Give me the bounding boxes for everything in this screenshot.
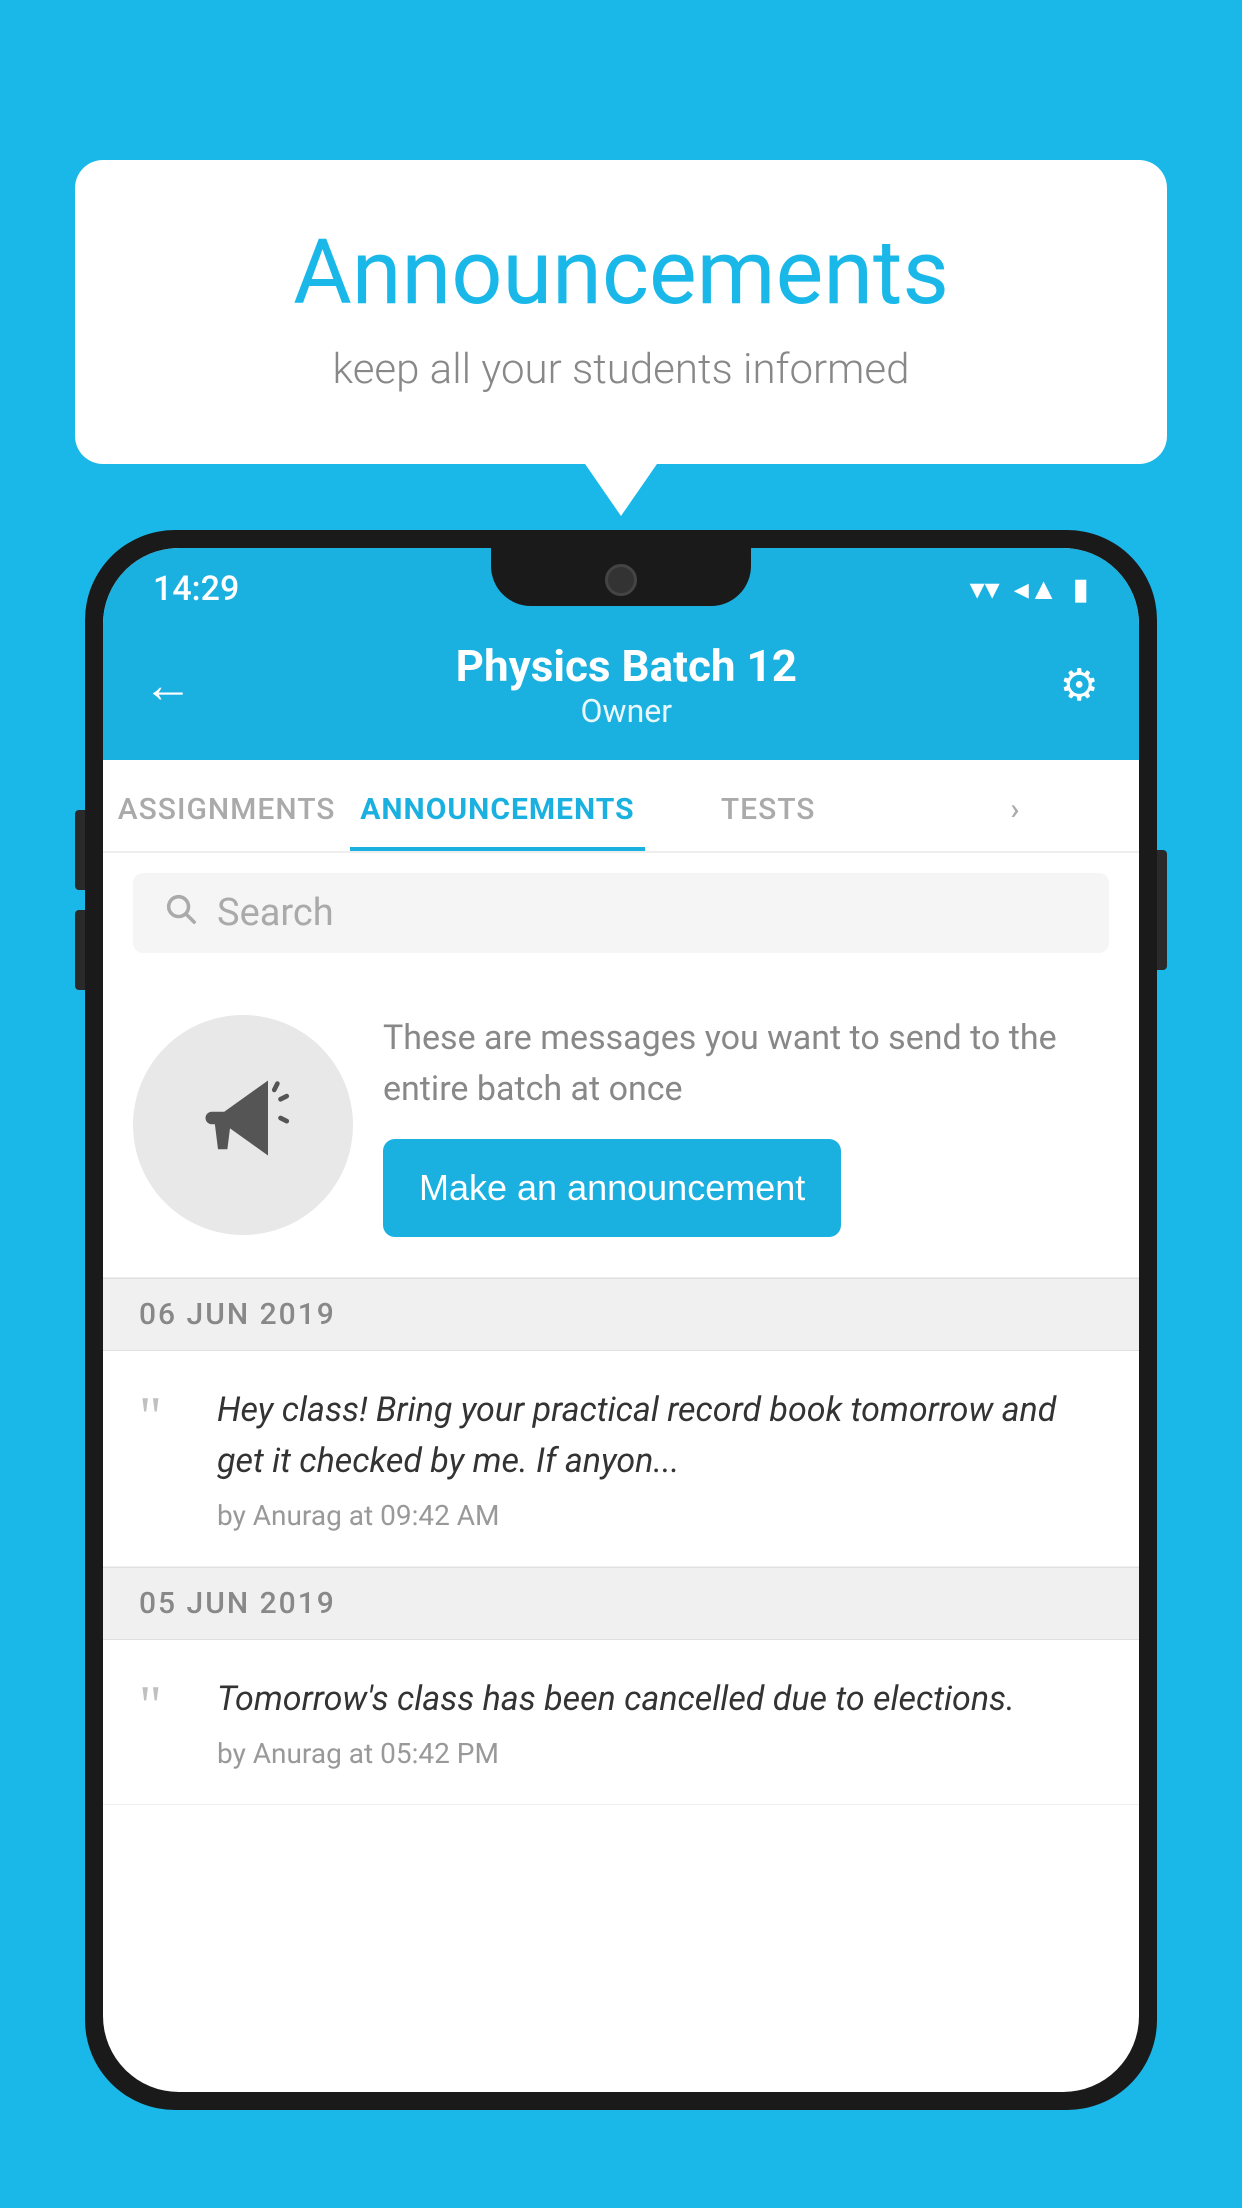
tab-announcements[interactable]: ANNOUNCEMENTS [350, 760, 644, 851]
settings-icon[interactable]: ⚙ [1060, 659, 1099, 711]
announcement-meta-2: by Anurag at 05:42 PM [217, 1737, 1103, 1770]
search-bar[interactable]: Search [133, 873, 1109, 953]
phone-notch [491, 548, 751, 606]
volume-up-button [75, 810, 85, 890]
signal-icon: ◂▲ [1014, 572, 1059, 607]
announcement-prompt: These are messages you want to send to t… [103, 973, 1139, 1278]
quote-icon-2: " [139, 1684, 189, 1729]
back-button[interactable]: ← [143, 656, 193, 715]
announcement-right: These are messages you want to send to t… [383, 1013, 1109, 1237]
tab-more[interactable]: › [892, 760, 1139, 851]
announcement-item-1[interactable]: " Hey class! Bring your practical record… [103, 1351, 1139, 1567]
search-container: Search [103, 853, 1139, 973]
tabs-bar: ASSIGNMENTS ANNOUNCEMENTS TESTS › [103, 760, 1139, 853]
speech-bubble-container: Announcements keep all your students inf… [75, 160, 1167, 464]
phone-wrapper: 14:29 ▾▾ ◂▲ ▮ ← Physics Batch 12 Owner ⚙ [85, 530, 1157, 2208]
announcement-text-2: Tomorrow's class has been cancelled due … [217, 1674, 1103, 1725]
tab-tests[interactable]: TESTS [645, 760, 892, 851]
speech-bubble: Announcements keep all your students inf… [75, 160, 1167, 464]
wifi-icon: ▾▾ [970, 572, 1000, 607]
battery-icon: ▮ [1072, 572, 1089, 607]
announcement-description: These are messages you want to send to t… [383, 1013, 1109, 1115]
bubble-title: Announcements [155, 220, 1087, 325]
bubble-subtitle: keep all your students informed [155, 345, 1087, 394]
date-separator-2: 05 JUN 2019 [103, 1567, 1139, 1640]
power-button [1157, 850, 1167, 970]
phone-outer: 14:29 ▾▾ ◂▲ ▮ ← Physics Batch 12 Owner ⚙ [85, 530, 1157, 2110]
status-time: 14:29 [153, 569, 239, 609]
search-icon [163, 891, 197, 935]
phone-camera [605, 564, 637, 596]
status-icons: ▾▾ ◂▲ ▮ [970, 572, 1089, 607]
batch-role: Owner [193, 692, 1060, 730]
tab-assignments[interactable]: ASSIGNMENTS [103, 760, 350, 851]
search-placeholder: Search [217, 891, 334, 935]
announcement-content-2: Tomorrow's class has been cancelled due … [217, 1674, 1103, 1770]
batch-title: Physics Batch 12 [193, 640, 1060, 692]
make-announcement-button[interactable]: Make an announcement [383, 1139, 841, 1237]
announcement-text-1: Hey class! Bring your practical record b… [217, 1385, 1103, 1487]
phone-screen: 14:29 ▾▾ ◂▲ ▮ ← Physics Batch 12 Owner ⚙ [103, 548, 1139, 2092]
announcement-content-1: Hey class! Bring your practical record b… [217, 1385, 1103, 1532]
megaphone-icon [193, 1068, 293, 1183]
announcement-item-2[interactable]: " Tomorrow's class has been cancelled du… [103, 1640, 1139, 1805]
app-header: ← Physics Batch 12 Owner ⚙ [103, 620, 1139, 760]
volume-down-button [75, 910, 85, 990]
announcement-icon-circle [133, 1015, 353, 1235]
date-separator-1: 06 JUN 2019 [103, 1278, 1139, 1351]
header-title-group: Physics Batch 12 Owner [193, 640, 1060, 730]
announcement-meta-1: by Anurag at 09:42 AM [217, 1499, 1103, 1532]
quote-icon-1: " [139, 1395, 189, 1440]
